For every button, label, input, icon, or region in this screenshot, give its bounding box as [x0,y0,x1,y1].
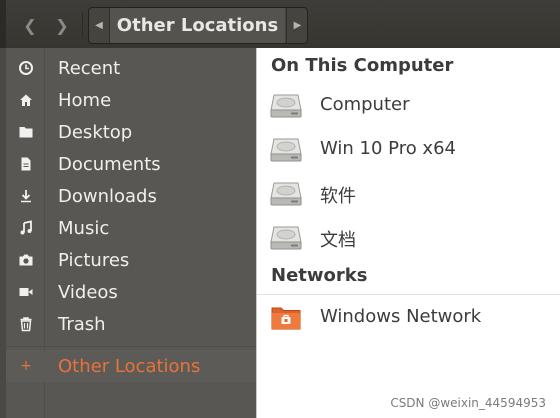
watermark-text: CSDN @weixin_44594953 [390,396,546,410]
forward-button[interactable]: ❯ [48,9,76,41]
location-row-documents[interactable]: 文档 [257,216,560,260]
music-icon [16,218,36,238]
sidebar-item-label: Desktop [58,121,133,143]
section-heading-on-this-computer: On This Computer [271,55,454,76]
path-scroll-right-button[interactable]: ▶ [286,8,308,43]
window-edge [0,0,6,48]
location-label: Windows Network [320,306,482,327]
hard-drive-icon [270,182,302,206]
hard-drive-icon [270,138,302,162]
location-label: Computer [320,94,410,115]
home-icon [16,90,36,110]
content-pane: On This Computer Computer Win 10 Pro x64… [256,48,560,418]
chevron-left-icon: ❮ [23,15,37,35]
document-icon [16,154,36,174]
sidebar-item-label: Documents [58,153,161,175]
chevron-right-icon: ❯ [55,15,69,35]
folder-icon [16,122,36,142]
path-bar: ◀ Other Locations ▶ [88,7,308,44]
location-label: 软件 [320,186,356,207]
sidebar-item-label: Home [58,89,112,111]
network-folder-icon [271,307,301,330]
path-scroll-left-button[interactable]: ◀ [89,8,110,43]
sidebar-divider [6,346,256,347]
plus-icon: + [20,358,32,374]
sidebar-item-documents[interactable]: Documents [0,148,256,180]
sidebar-item-trash[interactable]: Trash [0,308,256,340]
sidebar-item-pictures[interactable]: Pictures [0,244,256,276]
video-icon [16,282,36,302]
sidebar-item-label: Videos [58,281,118,303]
sidebar-item-label: Trash [58,313,106,335]
camera-icon [16,250,36,270]
triangle-right-icon: ▶ [293,20,302,31]
trash-icon [16,314,36,334]
hard-drive-icon [270,226,302,250]
breadcrumb-other-locations[interactable]: Other Locations [110,8,285,43]
section-divider [257,294,560,295]
triangle-left-icon: ◀ [95,20,103,31]
sidebar-item-videos[interactable]: Videos [0,276,256,308]
download-icon [16,186,36,206]
sidebar-item-label: Downloads [58,185,157,207]
sidebar-item-downloads[interactable]: Downloads [0,180,256,212]
header-bar: ❮ ❯ ◀ Other Locations ▶ [0,0,560,48]
location-row-software[interactable]: 软件 [257,172,560,216]
location-row-computer[interactable]: Computer [257,84,560,128]
sidebar-item-other-locations[interactable]: + Other Locations [6,350,256,382]
hard-drive-icon [270,94,302,118]
location-label: Win 10 Pro x64 [320,138,456,159]
sidebar: Recent Home Desktop Documents Downloads … [0,48,256,418]
back-button[interactable]: ❮ [16,9,44,41]
location-label: 文档 [320,230,356,251]
location-row-win10[interactable]: Win 10 Pro x64 [257,128,560,172]
sidebar-item-desktop[interactable]: Desktop [0,116,256,148]
sidebar-item-recent[interactable]: Recent [0,52,256,84]
sidebar-item-label: Recent [58,57,121,79]
sidebar-item-label: Other Locations [58,355,201,377]
location-row-windows-network[interactable]: Windows Network [257,296,560,340]
toolbar-separator [82,12,83,38]
sidebar-item-music[interactable]: Music [0,212,256,244]
section-heading-networks: Networks [271,265,368,286]
sidebar-item-home[interactable]: Home [0,84,256,116]
sidebar-item-label: Pictures [58,249,130,271]
sidebar-item-label: Music [58,217,110,239]
clock-icon [16,58,36,78]
